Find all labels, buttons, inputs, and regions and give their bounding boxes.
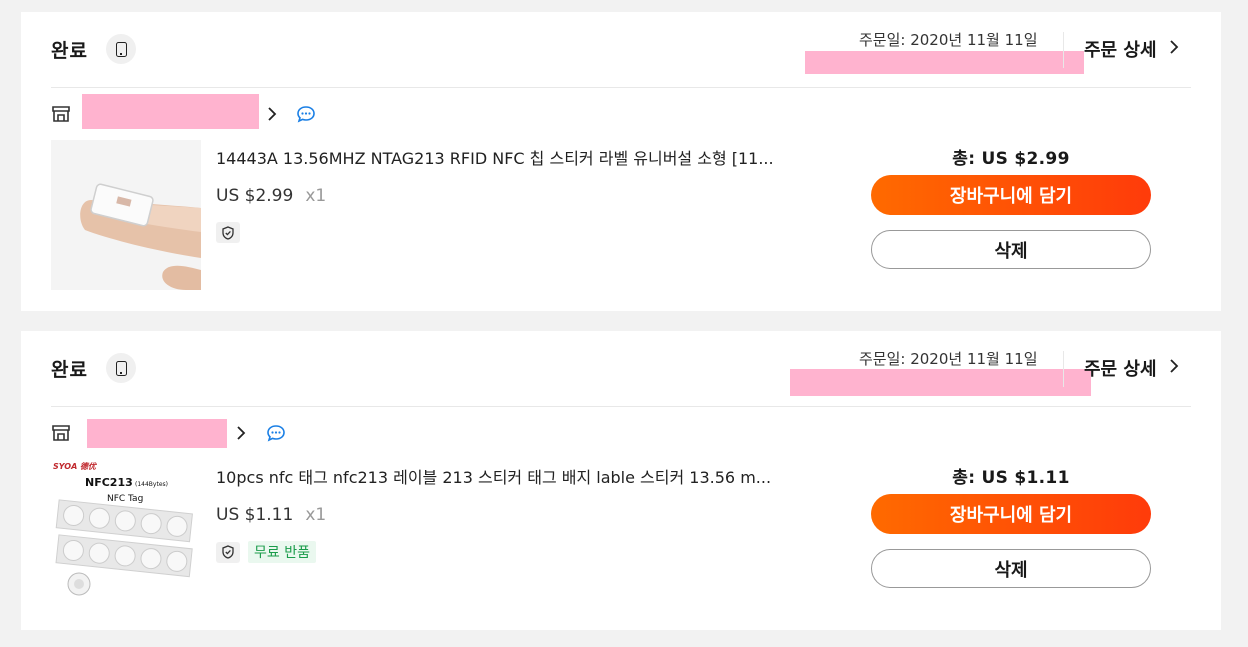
badges: [216, 222, 240, 243]
redacted-order-number: [805, 51, 1084, 74]
product-image[interactable]: [51, 140, 201, 290]
chevron-right-icon[interactable]: [236, 425, 246, 445]
delete-button[interactable]: 삭제: [871, 230, 1151, 269]
redacted-order-number: [790, 369, 1091, 396]
product-title[interactable]: 14443A 13.56MHZ NTAG213 RFID NFC 칩 스티커 라…: [216, 145, 816, 169]
chat-icon[interactable]: [266, 424, 286, 446]
divider: [1063, 32, 1064, 68]
order-detail-link[interactable]: 주문 상세: [1084, 36, 1179, 62]
chat-icon[interactable]: [296, 105, 316, 127]
divider: [1063, 351, 1064, 387]
store-row: [51, 94, 451, 130]
order-date: 주문일: 2020년 11월 11일: [859, 350, 1038, 368]
order-total: 총: US $1.11: [952, 468, 1070, 488]
order-detail-label: 주문 상세: [1084, 40, 1157, 61]
order-header: 완료 주문일: 2020년 11월 11일 주문 상세: [51, 12, 1191, 88]
chevron-right-icon: [1169, 39, 1179, 60]
store-icon: [51, 105, 71, 127]
price-row: US $2.99 x1: [216, 186, 326, 206]
shield-icon: [216, 541, 240, 563]
order-detail-label: 주문 상세: [1084, 359, 1157, 380]
add-to-cart-button[interactable]: 장바구니에 담기: [871, 494, 1151, 534]
price-row: US $1.11 x1: [216, 505, 326, 525]
order-detail-link[interactable]: 주문 상세: [1084, 355, 1179, 381]
image-tag-text: NFC Tag: [107, 494, 143, 504]
image-model-text: NFC213: [85, 476, 133, 489]
product-title[interactable]: 10pcs nfc 태그 nfc213 레이블 213 스티커 태그 배지 la…: [216, 464, 816, 488]
order-status: 완료: [51, 40, 88, 62]
order-status: 완료: [51, 359, 88, 381]
product-price: US $2.99: [216, 186, 294, 206]
order-header: 완료 주문일: 2020년 11월 11일 주문 상세: [51, 331, 1191, 407]
order-card: 완료 주문일: 2020년 11월 11일 주문 상세 14443A 13.56…: [21, 12, 1221, 311]
store-row: [51, 419, 451, 449]
image-bytes-text: (144Bytes): [135, 481, 168, 488]
chevron-right-icon: [1169, 358, 1179, 379]
image-brand-text: SYOA 德优: [53, 462, 98, 471]
product-qty: x1: [305, 505, 327, 525]
product-image[interactable]: SYOA 德优 NFC213 (144Bytes) NFC Tag: [51, 459, 201, 609]
delete-button[interactable]: 삭제: [871, 549, 1151, 588]
chevron-right-icon[interactable]: [267, 106, 277, 126]
device-icon[interactable]: [106, 34, 136, 64]
add-to-cart-button[interactable]: 장바구니에 담기: [871, 175, 1151, 215]
redacted-store-name[interactable]: [82, 94, 259, 129]
device-icon[interactable]: [106, 353, 136, 383]
redacted-store-name[interactable]: [87, 419, 227, 448]
order-date: 주문일: 2020년 11월 11일: [859, 31, 1038, 49]
shield-icon: [216, 222, 240, 243]
product-qty: x1: [305, 186, 327, 206]
order-total: 총: US $2.99: [952, 149, 1070, 169]
product-price: US $1.11: [216, 505, 294, 525]
store-icon: [51, 424, 71, 446]
badges: 무료 반품: [216, 541, 316, 563]
order-card: 완료 주문일: 2020년 11월 11일 주문 상세 SYOA 德优 NFC2…: [21, 331, 1221, 630]
free-return-badge: 무료 반품: [248, 541, 316, 563]
